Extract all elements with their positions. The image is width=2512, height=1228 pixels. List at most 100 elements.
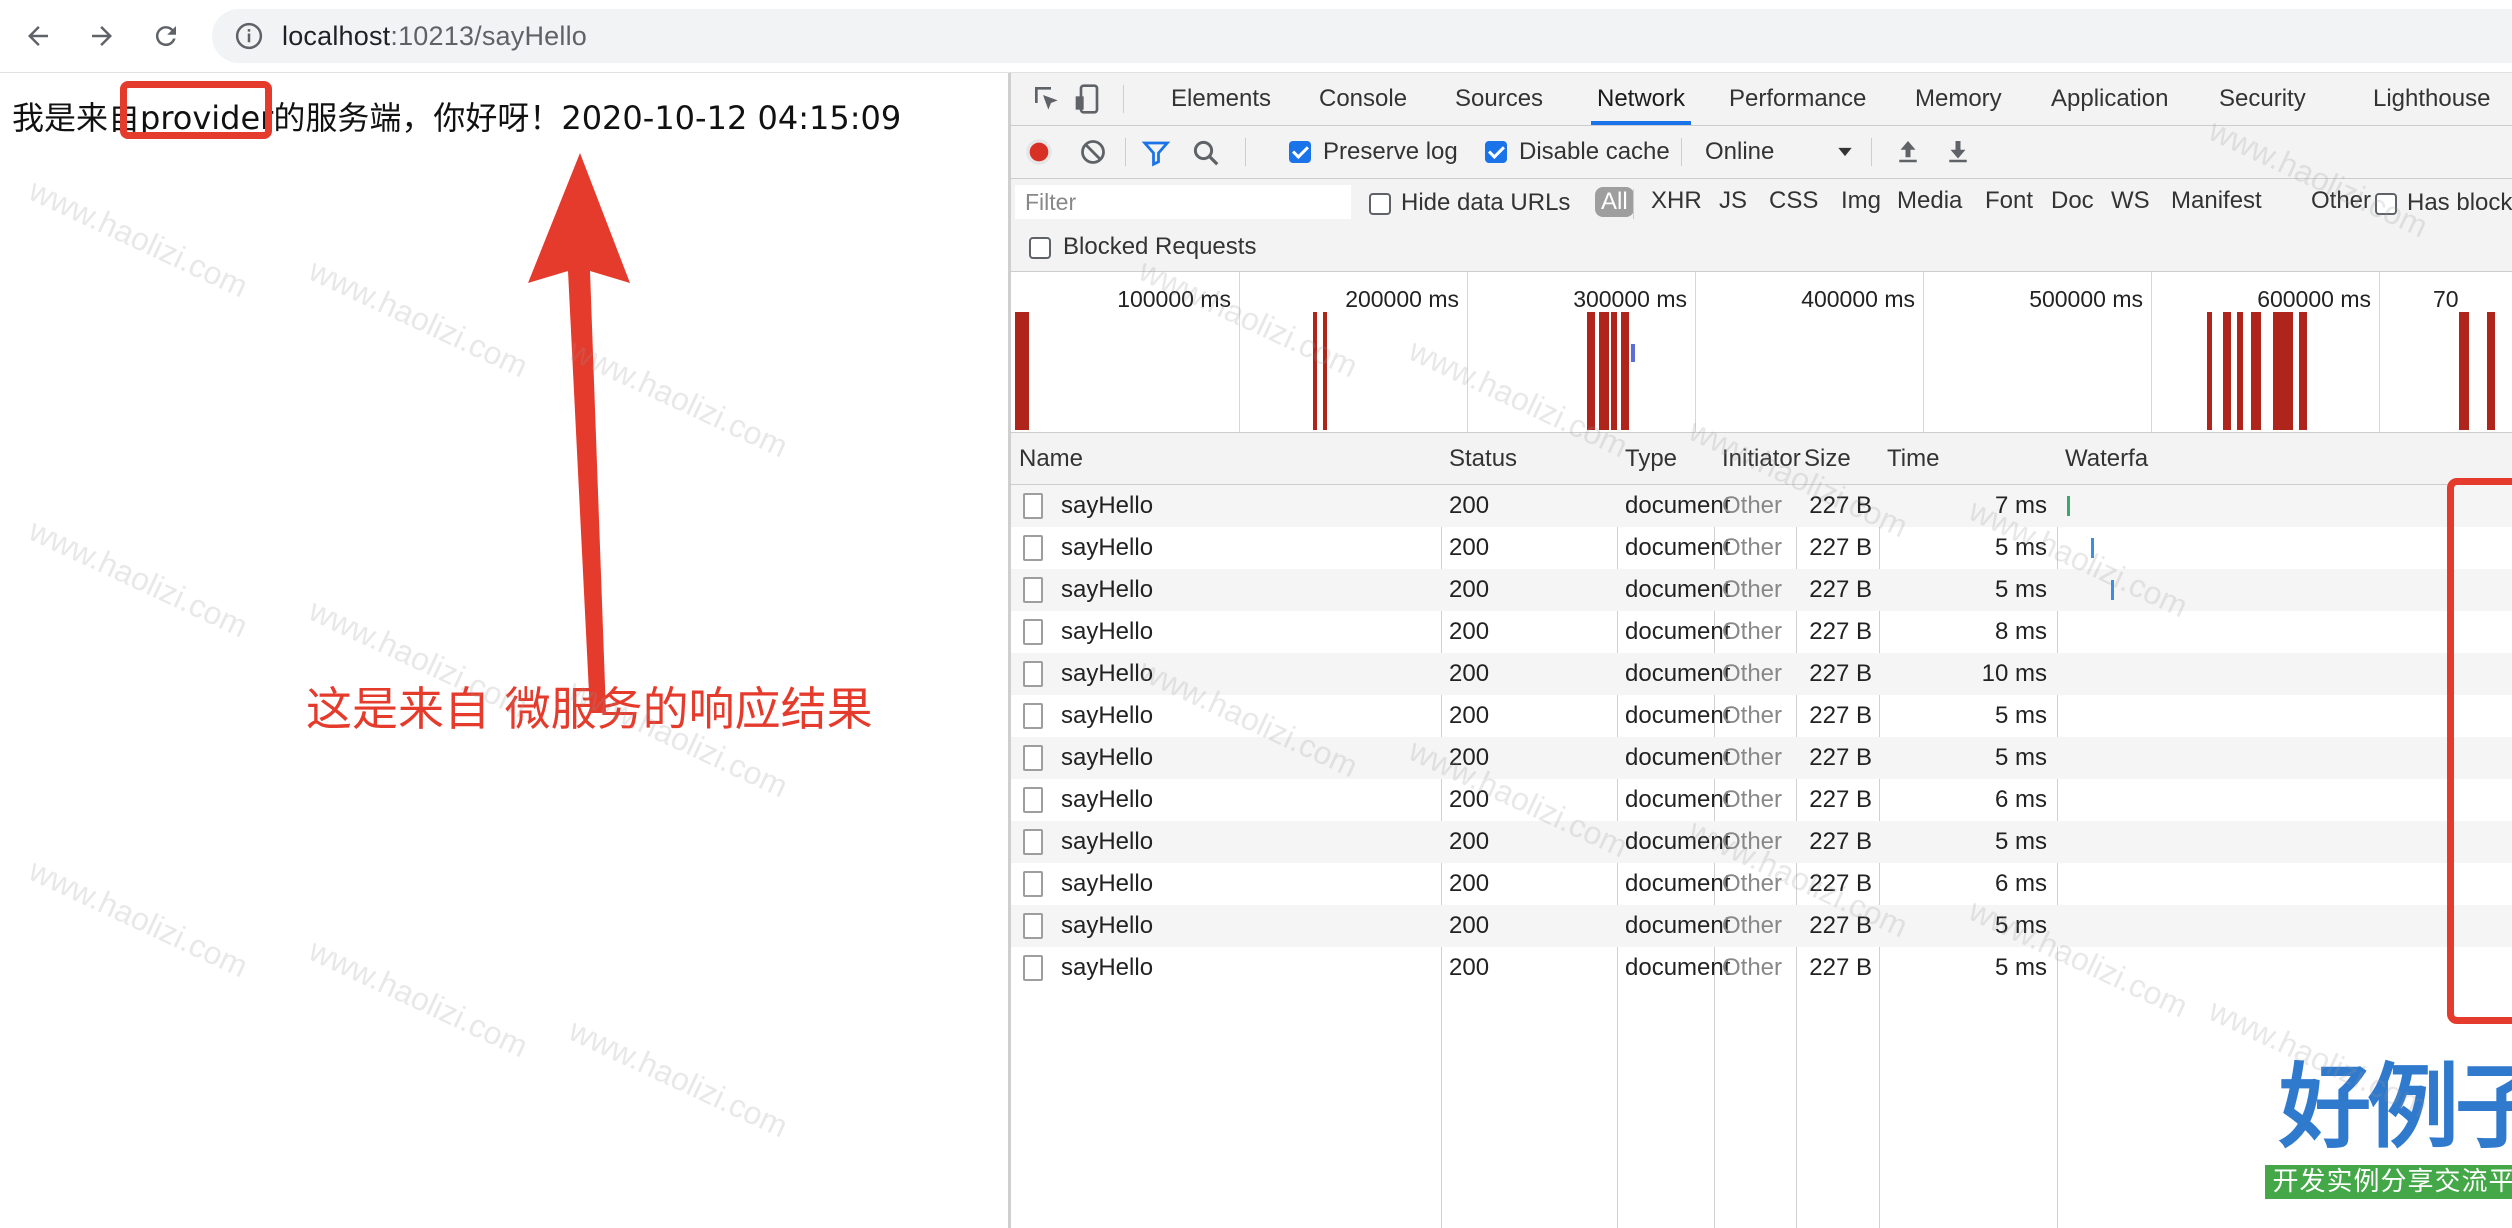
preserve-log-label[interactable]: Preserve log [1323,138,1458,166]
document-icon [1023,493,1043,519]
table-row[interactable]: sayHello 200 document Other 227 B 5 ms [1011,527,2512,569]
request-size: 227 B [1809,618,1872,645]
table-row[interactable]: sayHello 200 document Other 227 B 5 ms [1011,905,2512,947]
type-filter-media[interactable]: Media [1897,187,1962,215]
tab-performance[interactable]: Performance [1729,73,1866,125]
request-name[interactable]: sayHello [1061,485,1153,527]
table-row[interactable]: sayHello 200 document Other 227 B 8 ms [1011,611,2512,653]
request-name[interactable]: sayHello [1061,947,1153,989]
address-bar[interactable]: localhost:10213/sayHello [212,9,2512,63]
overview-tick: 70 [2433,286,2459,312]
request-name[interactable]: sayHello [1061,863,1153,905]
overview-bar [2207,312,2212,430]
type-filter-xhr[interactable]: XHR [1651,187,1702,215]
preserve-log-checkbox[interactable] [1289,141,1311,163]
request-initiator: Other [1722,576,1783,603]
disable-cache-checkbox[interactable] [1485,141,1507,163]
type-filter-doc[interactable]: Doc [2051,187,2094,215]
blocked-requests-label[interactable]: Blocked Requests [1063,233,1256,261]
table-row[interactable]: sayHello 200 document Other 227 B 5 ms [1011,947,2512,989]
disable-cache-label[interactable]: Disable cache [1519,138,1670,166]
request-name[interactable]: sayHello [1061,527,1153,569]
clear-icon[interactable] [1079,138,1107,166]
has-blocked-label[interactable]: Has block [2407,189,2512,217]
request-type: document [1625,660,1731,687]
request-name[interactable]: sayHello [1061,821,1153,863]
overview-bar [2487,312,2495,430]
document-icon [1023,955,1043,981]
table-row[interactable]: sayHello 200 document Other 227 B 10 ms [1011,653,2512,695]
type-filter-other[interactable]: Other [2311,187,2371,215]
forward-button[interactable] [80,14,124,58]
tab-network[interactable]: Network [1591,73,1692,125]
search-icon[interactable] [1191,138,1221,168]
column-header-waterfall[interactable]: Waterfa [2057,433,2148,484]
overview-bar [2273,312,2293,430]
url-text[interactable]: localhost:10213/sayHello [282,21,587,52]
type-filter-font[interactable]: Font [1985,187,2033,215]
blocked-requests-checkbox[interactable] [1029,237,1051,259]
type-filter-img[interactable]: Img [1841,187,1881,215]
table-row[interactable]: sayHello 200 document Other 227 B 5 ms [1011,821,2512,863]
tab-console[interactable]: Console [1319,73,1407,125]
request-name[interactable]: sayHello [1061,905,1153,947]
document-icon [1023,787,1043,813]
request-name[interactable]: sayHello [1061,569,1153,611]
back-button[interactable] [16,14,60,58]
request-size: 227 B [1809,492,1872,519]
network-overview[interactable]: 100000 ms 200000 ms 300000 ms 400000 ms … [1011,272,2512,433]
request-name[interactable]: sayHello [1061,653,1153,695]
column-header-time[interactable]: Time [1879,433,1939,484]
request-name[interactable]: sayHello [1061,611,1153,653]
overview-tick: 500000 ms [2029,286,2143,312]
request-status: 200 [1449,828,1490,855]
device-toolbar-icon[interactable] [1073,83,1105,115]
type-filter-css[interactable]: CSS [1769,187,1818,215]
table-row[interactable]: sayHello 200 document Other 227 B 6 ms [1011,863,2512,905]
reload-button[interactable] [144,14,188,58]
filter-input[interactable]: Filter [1015,185,1351,219]
tab-sources[interactable]: Sources [1455,73,1543,125]
tab-elements[interactable]: Elements [1171,73,1271,125]
time-column-highlight [2447,478,2512,1024]
hide-data-urls-label[interactable]: Hide data URLs [1401,189,1570,217]
page-viewport: 我是来自provider的服务端，你好呀！2020-10-12 04:15:09… [0,73,1007,1228]
request-size: 227 B [1809,534,1872,561]
column-header-initiator[interactable]: Initiator [1714,433,1801,484]
type-filter-manifest[interactable]: Manifest [2171,187,2262,215]
type-filter-ws[interactable]: WS [2111,187,2150,215]
filter-icon[interactable] [1141,138,1171,168]
request-type: document [1625,786,1731,813]
tab-application[interactable]: Application [2051,73,2168,125]
request-name[interactable]: sayHello [1061,779,1153,821]
type-filter-all[interactable]: All [1595,187,1634,217]
request-time: 5 ms [1994,912,2047,939]
request-name[interactable]: sayHello [1061,695,1153,737]
has-blocked-checkbox[interactable] [2375,193,2397,215]
network-toolbar: Preserve log Disable cache Online [1011,126,2512,179]
table-row[interactable]: sayHello 200 document Other 227 B 5 ms [1011,695,2512,737]
chevron-down-icon[interactable] [1835,142,1855,162]
tab-lighthouse[interactable]: Lighthouse [2373,73,2490,125]
import-har-icon[interactable] [1893,136,1923,166]
record-icon[interactable] [1025,138,1053,166]
table-row[interactable]: sayHello 200 document Other 227 B 7 ms [1011,485,2512,527]
column-header-name[interactable]: Name [1011,433,1083,484]
column-header-type[interactable]: Type [1617,433,1677,484]
tab-memory[interactable]: Memory [1915,73,2002,125]
request-type: document [1625,576,1731,603]
annotation-text: 这是来自 微服务的响应结果 [306,682,873,736]
table-row[interactable]: sayHello 200 document Other 227 B 5 ms [1011,569,2512,611]
tab-security[interactable]: Security [2219,73,2306,125]
export-har-icon[interactable] [1943,136,1973,166]
throttle-select[interactable]: Online [1705,138,1774,166]
table-row[interactable]: sayHello 200 document Other 227 B 6 ms [1011,779,2512,821]
column-header-size[interactable]: Size [1796,433,1851,484]
inspect-element-icon[interactable] [1031,83,1063,115]
type-filter-js[interactable]: JS [1719,187,1747,215]
request-name[interactable]: sayHello [1061,737,1153,779]
info-icon[interactable] [234,21,264,51]
table-row[interactable]: sayHello 200 document Other 227 B 5 ms [1011,737,2512,779]
hide-data-urls-checkbox[interactable] [1369,193,1391,215]
column-header-status[interactable]: Status [1441,433,1517,484]
